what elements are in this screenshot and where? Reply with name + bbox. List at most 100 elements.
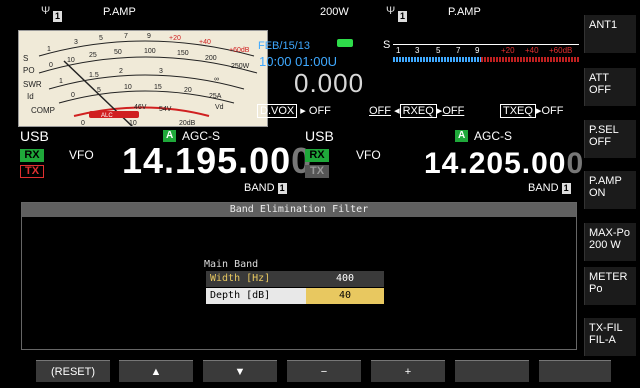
main-frequency[interactable]: 14.195.000 xyxy=(122,140,311,182)
po-scale-50: 50 xyxy=(114,49,122,56)
vd-scale-46: 46V xyxy=(134,104,147,111)
sub-scale-7: 7 xyxy=(456,46,461,55)
readout-display: 0.000 xyxy=(294,68,365,98)
main-band: BAND 1 xyxy=(244,182,287,194)
swr-scale-inf: ∞ xyxy=(214,76,219,83)
s-scale-plus40: +40 xyxy=(199,39,211,46)
down-button[interactable]: ▼ xyxy=(203,360,277,382)
swr-scale-3: 3 xyxy=(159,68,163,75)
id-scale-5: 5 xyxy=(97,87,101,94)
sub-frequency[interactable]: 14.205.000 xyxy=(424,147,583,181)
swr-scale-2: 2 xyxy=(119,68,123,75)
fkey-att-line2: OFF xyxy=(589,84,611,96)
plus-button[interactable]: + xyxy=(371,360,445,382)
po-scale-100: 100 xyxy=(144,48,156,55)
width-row-label: Width [Hz] xyxy=(206,271,306,287)
sub-rx-badge: RX xyxy=(305,149,329,162)
rxeq-prefix: OFF xyxy=(369,105,391,117)
s-scale-5: 5 xyxy=(99,35,103,42)
minus-button[interactable]: − xyxy=(287,360,361,382)
id-scale-0: 0 xyxy=(71,92,75,99)
dvox-label: D.VOX xyxy=(257,104,298,118)
rxeq-state: OFF xyxy=(442,105,465,117)
comp-scale-0: 0 xyxy=(81,120,85,127)
sub-tx-badge: TX xyxy=(305,165,329,178)
width-row-value[interactable]: 400 xyxy=(306,271,384,287)
s-scale-3: 3 xyxy=(74,39,78,46)
txeq-flag[interactable]: TXEQ ▸OFF xyxy=(500,104,563,118)
reset-button[interactable]: (RESET) xyxy=(36,360,110,382)
fkey-pamp-line1: P.AMP xyxy=(589,175,622,187)
meter-id-label: Id xyxy=(27,92,34,101)
sub-vfo-label: VFO xyxy=(356,148,381,162)
sub-mode[interactable]: USB xyxy=(305,128,334,144)
dialog-title: Band Elimination Filter xyxy=(22,203,576,217)
analog-meter: S PO SWR Id COMP 1 3 5 7 9 +20 +40 +60dB… xyxy=(18,30,268,127)
fkey-psel-line1: P.SEL xyxy=(589,124,619,136)
meter-s-label: S xyxy=(23,54,28,63)
fkey-txfil-line1: TX-FIL xyxy=(589,322,623,334)
fkey-psel[interactable]: P.SEL OFF xyxy=(584,120,636,158)
sub-scale-3: 3 xyxy=(415,46,420,55)
dvox-flag[interactable]: D.VOX ▸ OFF xyxy=(257,104,331,118)
sub-band: BAND 1 xyxy=(528,182,571,194)
fkey-meter[interactable]: METER Po xyxy=(584,267,636,305)
meter-po-label: PO xyxy=(23,66,35,75)
id-scale-10: 10 xyxy=(124,84,132,91)
depth-row-label: Depth [dB] xyxy=(206,288,306,304)
fkey-txfil[interactable]: TX-FIL FIL-A xyxy=(584,318,636,356)
fkey-meter-line2: Po xyxy=(589,283,603,295)
meter-swr-label: SWR xyxy=(23,80,42,89)
id-scale-15: 15 xyxy=(154,84,162,91)
comp-scale-10: 10 xyxy=(129,120,137,127)
vd-scale-54: 54V xyxy=(159,106,172,113)
fkey-maxpo[interactable]: MAX-Po 200 W xyxy=(584,223,636,261)
s-scale-9: 9 xyxy=(147,33,151,40)
up-button[interactable]: ▲ xyxy=(119,360,193,382)
main-frequency-digits: 14.195.00 xyxy=(122,140,292,181)
antenna-number-left: 1 xyxy=(53,11,63,22)
antenna-icon-left: Ψ xyxy=(41,5,51,17)
dvox-state: OFF xyxy=(308,105,331,117)
sub-band-num: 1 xyxy=(561,183,571,194)
fkey-ant1[interactable]: ANT1 xyxy=(584,15,636,53)
arrow-right-icon: ▸ xyxy=(300,105,306,117)
sub-band-label: BAND xyxy=(528,182,559,194)
sub-frequency-digits: 14.205.00 xyxy=(424,147,567,180)
s-scale-plus60: +60dB xyxy=(229,47,250,54)
fkey-att[interactable]: ATT OFF xyxy=(584,68,636,106)
blank-key-2[interactable] xyxy=(539,360,611,382)
sub-agc[interactable]: AGC-S xyxy=(474,129,512,143)
main-rx-badge: RX xyxy=(20,149,44,162)
fkey-att-line1: ATT xyxy=(589,72,609,84)
fkey-psel-line2: OFF xyxy=(589,136,611,148)
rxeq-flag[interactable]: OFF ◂ RXEQ ▸OFF xyxy=(369,104,465,118)
fkey-txfil-line2: FIL-A xyxy=(589,334,616,346)
comp-scale-20: 20dB xyxy=(179,120,196,127)
sub-scale-plus40: +40 xyxy=(525,46,539,55)
id-scale-25: 25A xyxy=(209,93,222,100)
sub-meter-bar-red xyxy=(481,57,579,62)
blank-key-1[interactable] xyxy=(455,360,529,382)
pamp-label-left: P.AMP xyxy=(103,6,136,18)
txeq-label: TXEQ xyxy=(500,104,536,118)
fkey-maxpo-line1: MAX-Po xyxy=(589,227,630,239)
antenna-number-right: 1 xyxy=(398,11,408,22)
arrow-left-icon: ◂ xyxy=(394,105,400,117)
sub-scale-9: 9 xyxy=(475,46,480,55)
po-scale-25: 25 xyxy=(89,52,97,59)
main-mode[interactable]: USB xyxy=(20,128,49,144)
fkey-pamp[interactable]: P.AMP ON xyxy=(584,171,636,209)
sub-agc-badge: A xyxy=(455,130,469,142)
sub-s-meter: 1 3 5 7 9 +20 +40 +60dB xyxy=(393,44,581,66)
id-scale-20: 20 xyxy=(184,87,192,94)
fkey-maxpo-line2: 200 W xyxy=(589,239,621,251)
dialog-section-label: Main Band xyxy=(204,259,259,270)
depth-row-value[interactable]: 40 xyxy=(306,288,384,304)
main-band-num: 1 xyxy=(277,183,287,194)
main-vfo-label: VFO xyxy=(69,148,94,162)
po-scale-200: 200 xyxy=(205,55,217,62)
sub-frequency-last-digit: 0 xyxy=(566,147,584,180)
pamp-label-right: P.AMP xyxy=(448,6,481,18)
sub-meter-s-label: S xyxy=(383,39,391,51)
